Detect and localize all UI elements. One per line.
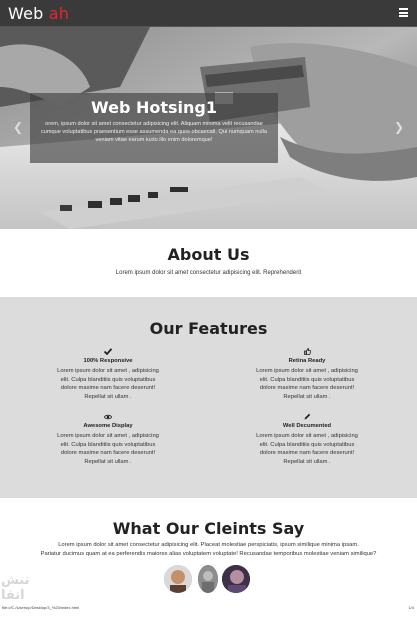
feature-item: 100% Responsive Lorem ipsum dolor sit am… bbox=[53, 347, 163, 401]
chevron-left-icon[interactable]: ❮ bbox=[13, 120, 23, 134]
feature-item: Retina Ready Lorem ipsum dolor sit amet … bbox=[252, 347, 362, 401]
hero-text: orem, ipsum dolor sit amet consectetur a… bbox=[40, 121, 268, 143]
file-path: file:///C:/Users/p/Desktop/3_%20/index.h… bbox=[2, 605, 80, 610]
page-number: 1/4 bbox=[408, 605, 414, 610]
about-section: About Us Lorem ipsum dolor sit amet cons… bbox=[0, 229, 417, 297]
hero-caption: Web Hotsing1 orem, ipsum dolor sit amet … bbox=[30, 93, 278, 163]
thumbs-up-icon bbox=[252, 347, 362, 356]
check-icon bbox=[53, 347, 163, 356]
hero-slider: ❮ ❯ Web Hotsing1 orem, ipsum dolor sit a… bbox=[0, 27, 417, 229]
feature-item: Awesome Display Lorem ipsum dolor sit am… bbox=[53, 412, 163, 466]
avatar[interactable] bbox=[164, 565, 192, 593]
hamburger-menu-icon[interactable] bbox=[399, 8, 408, 17]
eye-icon bbox=[53, 412, 163, 421]
avatar[interactable] bbox=[198, 565, 218, 593]
hero-title: Web Hotsing1 bbox=[91, 98, 217, 117]
brand-logo[interactable]: Web ah bbox=[8, 4, 69, 23]
features-section: Our Features 100% Responsive Lorem ipsum… bbox=[0, 297, 417, 498]
features-title: Our Features bbox=[149, 319, 268, 338]
navbar: Web ah bbox=[0, 0, 417, 27]
avatar[interactable] bbox=[222, 565, 250, 593]
feature-title: Well Decumented bbox=[282, 423, 332, 429]
clients-text-1: Lorem ipsum dolor sit amet consectetur a… bbox=[58, 542, 359, 548]
clients-text-2: Pariatur ducimus quam at ea perferendis … bbox=[40, 551, 377, 557]
feature-text: Lorem ipsum dolor sit amet , adipisicing… bbox=[256, 433, 358, 465]
clients-title: What Our Cleints Say bbox=[112, 519, 305, 538]
testimonials-section: What Our Cleints Say Lorem ipsum dolor s… bbox=[0, 498, 417, 619]
about-text: Lorem ipsum dolor sit amet consectetur a… bbox=[115, 270, 302, 276]
pencil-icon bbox=[252, 412, 362, 421]
feature-title: Retina Ready bbox=[288, 358, 326, 364]
brand-main: Web bbox=[8, 4, 49, 23]
feature-item: Well Decumented Lorem ipsum dolor sit am… bbox=[252, 412, 362, 466]
feature-text: Lorem ipsum dolor sit amet , adipisicing… bbox=[57, 368, 159, 400]
feature-title: Awesome Display bbox=[83, 423, 133, 429]
feature-title: 100% Responsive bbox=[83, 358, 133, 364]
watermark: تنش اتقا bbox=[1, 572, 30, 602]
feature-text: Lorem ipsum dolor sit amet , adipisicing… bbox=[256, 368, 358, 400]
status-bar: file:///C:/Users/p/Desktop/3_%20/index.h… bbox=[0, 604, 417, 619]
feature-text: Lorem ipsum dolor sit amet , adipisicing… bbox=[57, 433, 159, 465]
brand-accent: ah bbox=[48, 4, 70, 23]
chevron-right-icon[interactable]: ❯ bbox=[394, 120, 404, 134]
about-title: About Us bbox=[167, 245, 250, 264]
